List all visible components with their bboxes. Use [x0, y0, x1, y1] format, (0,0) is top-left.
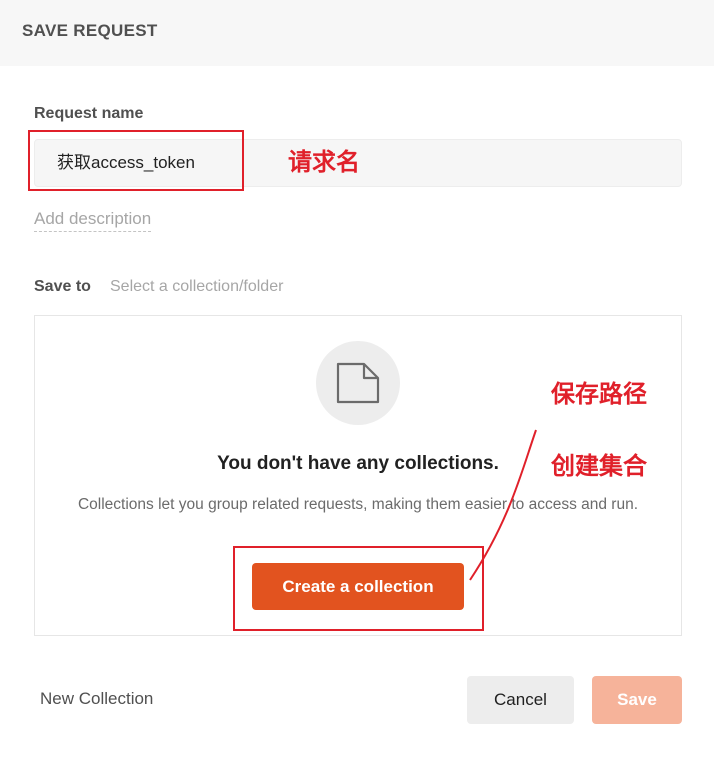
new-collection-link[interactable]: New Collection [40, 689, 153, 709]
cancel-button[interactable]: Cancel [467, 676, 574, 724]
create-collection-annotation: 创建集合 [551, 452, 647, 480]
save-path-annotation: 保存路径 [551, 380, 647, 408]
save-button[interactable]: Save [592, 676, 682, 724]
